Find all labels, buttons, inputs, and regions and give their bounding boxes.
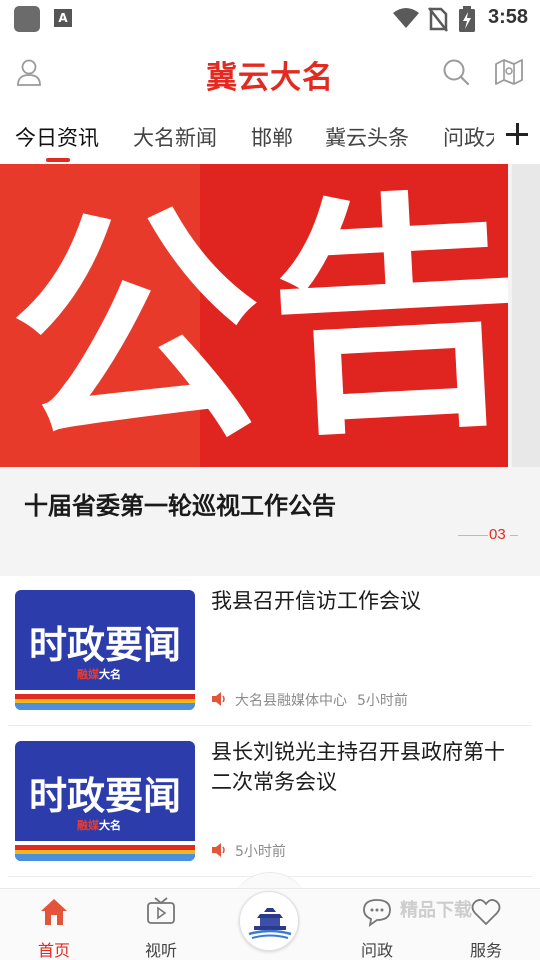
no-sim-icon (428, 7, 448, 32)
app-notification-icon (14, 6, 40, 32)
nav-home-label: 首页 (37, 941, 70, 960)
pager-line (510, 535, 518, 536)
thumbnail-stripe (15, 703, 195, 710)
battery-charging-icon (459, 6, 475, 32)
news-title[interactable]: 县长刘锐光主持召开县政府第十二次常务会议 (211, 737, 521, 797)
tab-daming-news[interactable]: 大名新闻 (133, 122, 217, 152)
news-thumbnail[interactable]: 时政要闻 融媒大名 (15, 741, 195, 861)
map-icon[interactable] (494, 58, 524, 86)
news-source: 大名县融媒体中心 (235, 693, 347, 709)
banner-page-indicator: 03 (489, 526, 506, 543)
notification-badge-icon: A (54, 9, 72, 27)
thumbnail-logo-text: 大名 (99, 819, 121, 832)
banner-image[interactable]: 公告 (0, 164, 508, 467)
thumbnail-logo: 融媒大名 (77, 817, 121, 833)
news-item[interactable]: 时政要闻 融媒大名 我县召开信访工作会议 大名县融媒体中心 5小时前 (0, 576, 540, 726)
chat-icon (363, 899, 391, 927)
thumbnail-logo-red: 融媒 (77, 819, 99, 832)
nav-center-logo[interactable] (239, 891, 299, 951)
tab-jiyun-headlines[interactable]: 冀云头条 (325, 122, 409, 152)
search-icon[interactable] (442, 58, 470, 86)
nav-service-label: 服务 (469, 941, 502, 960)
city-gate-logo-icon (248, 908, 292, 939)
active-tab-indicator (46, 158, 70, 162)
app-header: 冀云大名 (0, 36, 540, 110)
divider (8, 725, 532, 726)
thumbnail-heading: 时政要闻 (28, 623, 181, 667)
thumbnail-heading: 时政要闻 (28, 774, 181, 818)
wifi-icon (393, 8, 419, 28)
news-meta: 5小时前 (211, 841, 286, 861)
tab-handan[interactable]: 邯郸 (251, 122, 293, 152)
news-item[interactable]: 时政要闻 融媒大名 县长刘锐光主持召开县政府第十二次常务会议 5小时前 (0, 727, 540, 877)
thumbnail-logo-red: 融媒 (77, 668, 99, 681)
add-channel-icon[interactable] (504, 120, 532, 148)
nav-video[interactable]: 视听 (121, 889, 201, 960)
news-time: 5小时前 (235, 844, 286, 860)
nav-video-label: 视听 (144, 941, 177, 960)
watermark: 精品下载 (400, 900, 472, 921)
news-time: 5小时前 (357, 693, 408, 709)
speaker-icon[interactable] (211, 691, 227, 707)
tab-today-news[interactable]: 今日资讯 (15, 122, 99, 152)
news-meta: 大名县融媒体中心 5小时前 (211, 690, 408, 710)
speaker-icon[interactable] (211, 842, 227, 858)
status-bar: A 3:58 (0, 0, 540, 36)
heart-icon (471, 899, 501, 926)
channel-tabs: 今日资讯 大名新闻 邯郸 冀云头条 问政大 (0, 110, 540, 164)
nav-home[interactable]: 首页 (14, 889, 94, 960)
thumbnail-stripe (15, 854, 195, 861)
news-thumbnail[interactable]: 时政要闻 融媒大名 (15, 590, 195, 710)
thumbnail-logo-text: 大名 (99, 668, 121, 681)
banner-carousel[interactable]: 公告 十届省委第一轮巡视工作公告 03 (0, 164, 540, 576)
pager-line (458, 535, 488, 536)
thumbnail-logo: 融媒大名 (77, 666, 121, 682)
banner-image-text: 公告 (3, 166, 508, 467)
home-icon (41, 899, 67, 925)
tv-icon (147, 897, 175, 924)
nav-wenzheng-label: 问政 (360, 941, 393, 960)
announcement-graphic: 公告 (3, 166, 508, 467)
status-time: 3:58 (487, 6, 528, 28)
banner-next-peek-image (512, 164, 540, 467)
news-title[interactable]: 我县召开信访工作会议 (211, 586, 521, 616)
banner-title[interactable]: 十届省委第一轮巡视工作公告 (24, 486, 336, 521)
